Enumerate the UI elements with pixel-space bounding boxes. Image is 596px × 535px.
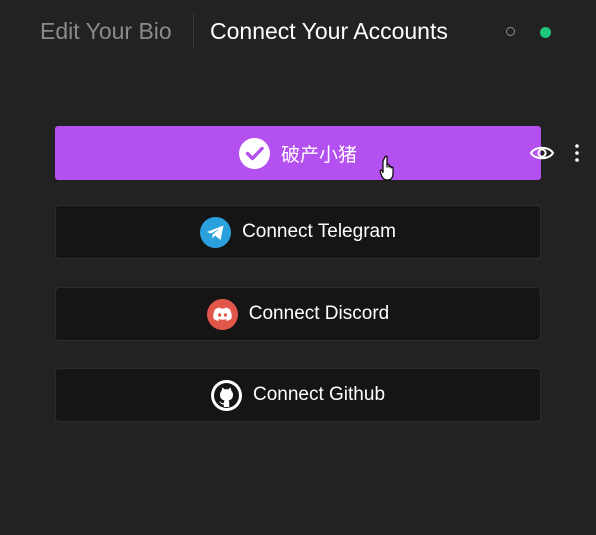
connect-telegram-button[interactable]: Connect Telegram xyxy=(55,205,541,259)
github-icon xyxy=(210,379,242,411)
connect-discord-button[interactable]: Connect Discord xyxy=(55,287,541,341)
connect-discord-label: Connect Discord xyxy=(248,303,390,324)
more-options-icon[interactable] xyxy=(573,143,581,163)
eye-icon[interactable] xyxy=(529,142,555,164)
check-circle-icon xyxy=(238,137,270,169)
connect-github-label: Connect Github xyxy=(252,384,386,405)
header: Edit Your Bio Connect Your Accounts xyxy=(0,0,596,64)
hand-cursor-icon xyxy=(379,155,399,183)
status-dot-empty[interactable] xyxy=(506,27,515,36)
discord-icon xyxy=(206,298,238,330)
connected-account-label: 破产小猪 xyxy=(280,144,357,166)
tab-connect-your-accounts[interactable]: Connect Your Accounts xyxy=(210,16,448,46)
connect-github-button[interactable]: Connect Github xyxy=(55,368,541,422)
status-dot-green[interactable] xyxy=(540,27,551,38)
tab-divider xyxy=(193,14,194,48)
tab-edit-your-bio[interactable]: Edit Your Bio xyxy=(40,16,172,46)
connect-telegram-label: Connect Telegram xyxy=(242,221,396,242)
connected-account-button[interactable]: 破产小猪 xyxy=(55,126,579,180)
telegram-icon xyxy=(200,216,232,248)
